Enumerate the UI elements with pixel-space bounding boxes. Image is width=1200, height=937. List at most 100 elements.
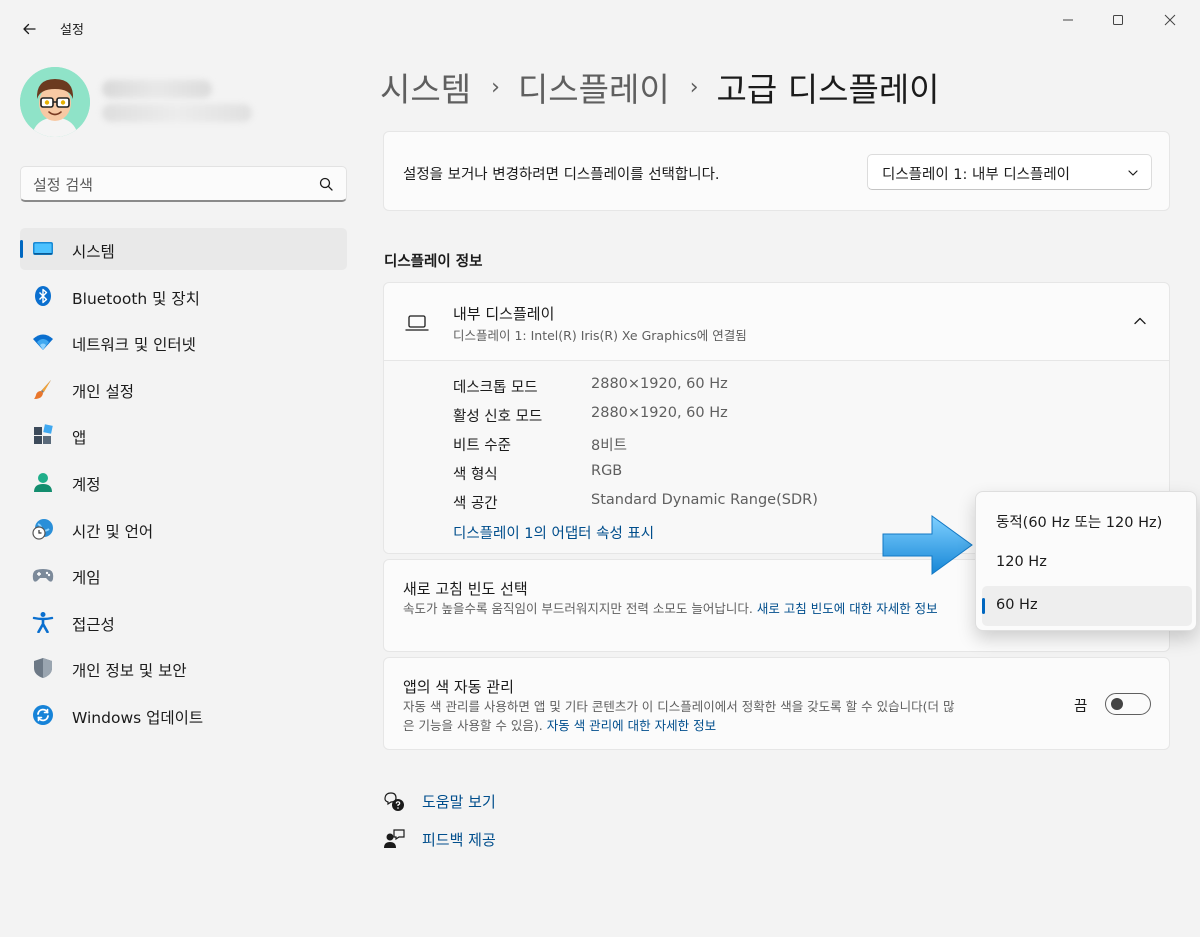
property-value: RGB	[591, 463, 623, 479]
refresh-rate-info-link[interactable]: 새로 고침 빈도에 대한 자세한 정보	[757, 601, 938, 616]
profile-name-redacted	[102, 80, 212, 98]
refresh-rate-desc: 속도가 높을수록 움직임이 부드러워지지만 전력 소모도 늘어납니다. 새로 고…	[403, 599, 973, 618]
monitor-icon	[33, 242, 53, 255]
feedback-icon	[384, 829, 405, 848]
breadcrumb-system[interactable]: 시스템	[380, 63, 471, 111]
display-dropdown-value: 디스플레이 1: 내부 디스플레이	[882, 167, 1071, 183]
color-management-desc: 자동 색 관리를 사용하면 앱 및 기타 콘텐츠가 이 디스플레이에서 정확한 …	[403, 697, 963, 735]
refresh-option-dynamic[interactable]: 동적(60 Hz 또는 120 Hz)	[982, 500, 1192, 540]
refresh-option-label: 120 Hz	[996, 554, 1047, 570]
breadcrumb: 시스템 › 디스플레이 › 고급 디스플레이	[380, 62, 940, 112]
close-icon	[1164, 14, 1176, 26]
back-button[interactable]	[14, 14, 44, 44]
property-value: 2880×1920, 60 Hz	[591, 376, 728, 392]
display-dropdown[interactable]: 디스플레이 1: 내부 디스플레이	[867, 154, 1152, 190]
avatar-icon	[20, 67, 90, 137]
display-info-title: 내부 디스플레이	[453, 305, 555, 323]
search-icon[interactable]	[318, 176, 334, 192]
section-title-display-info: 디스플레이 정보	[384, 254, 483, 270]
gamepad-icon	[32, 569, 54, 582]
refresh-option-60hz[interactable]: 60 Hz	[982, 586, 1192, 626]
settings-window: 설정 시스	[0, 0, 1200, 937]
breadcrumb-separator-icon: ›	[491, 74, 500, 100]
sidebar-item-label: 게임	[72, 569, 101, 588]
sidebar-item-label: Windows 업데이트	[72, 708, 204, 727]
chevron-down-icon	[1128, 170, 1138, 176]
property-label: 비트 수준	[453, 438, 511, 454]
chevron-up-icon[interactable]	[1132, 313, 1148, 329]
display-select-text: 설정을 보거나 변경하려면 디스플레이를 선택합니다.	[403, 167, 720, 183]
sidebar-item-label: Bluetooth 및 장치	[72, 289, 200, 308]
adapter-properties-link[interactable]: 디스플레이 1의 어댑터 속성 표시	[453, 522, 654, 543]
breadcrumb-display[interactable]: 디스플레이	[518, 63, 670, 111]
sidebar-item-label: 앱	[72, 429, 87, 448]
annotation-arrow-icon	[882, 515, 973, 575]
sidebar-nav: 시스템 Bluetooth 및 장치 네트워크 및 인터넷 개인 설정 앱 계정…	[20, 228, 347, 741]
property-value: Standard Dynamic Range(SDR)	[591, 492, 818, 508]
refresh-option-label: 60 Hz	[996, 597, 1038, 613]
refresh-option-120hz[interactable]: 120 Hz	[982, 543, 1192, 583]
sidebar-item-label: 시간 및 언어	[72, 522, 154, 541]
apps-icon	[34, 424, 53, 445]
property-label: 색 형식	[453, 467, 498, 483]
back-arrow-icon	[23, 23, 36, 35]
globe-clock-icon	[32, 518, 53, 540]
refresh-rate-title: 새로 고침 빈도 선택	[403, 580, 528, 598]
get-help-text: 도움말 보기	[422, 793, 496, 811]
sidebar-item-time-language[interactable]: 시간 및 언어	[20, 508, 347, 550]
display-info-subtitle: 디스플레이 1: Intel(R) Iris(R) Xe Graphics에 연…	[453, 328, 747, 343]
bluetooth-icon	[35, 285, 51, 306]
sidebar-item-apps[interactable]: 앱	[20, 414, 347, 456]
sidebar-item-privacy-security[interactable]: 개인 정보 및 보안	[20, 647, 347, 689]
update-icon	[33, 704, 53, 725]
property-label: 활성 신호 모드	[453, 409, 543, 425]
sidebar-item-label: 개인 설정	[72, 382, 134, 401]
title-bar: 설정	[0, 0, 1200, 56]
app-title: 설정	[60, 23, 84, 38]
toggle-knob	[1111, 698, 1123, 710]
search-box[interactable]	[20, 166, 347, 202]
property-label: 색 공간	[453, 496, 498, 512]
color-management-card: 앱의 색 자동 관리 자동 색 관리를 사용하면 앱 및 기타 콘텐츠가 이 디…	[383, 657, 1170, 750]
shield-icon	[34, 658, 52, 679]
page-title: 고급 디스플레이	[716, 70, 940, 109]
refresh-rate-popup: 동적(60 Hz 또는 120 Hz) 120 Hz 60 Hz	[975, 491, 1197, 631]
maximize-button[interactable]	[1095, 6, 1141, 34]
brush-icon	[34, 379, 51, 399]
toggle-state-label: 끔	[1074, 699, 1088, 715]
color-management-info-link[interactable]: 자동 색 관리에 대한 자세한 정보	[547, 718, 716, 733]
help-icon	[384, 792, 404, 811]
color-management-toggle[interactable]	[1105, 693, 1151, 715]
get-help-link[interactable]: 도움말 보기	[383, 788, 496, 814]
sidebar-item-label: 계정	[72, 475, 101, 494]
maximize-icon	[1113, 15, 1123, 25]
wifi-icon	[33, 334, 53, 351]
search-input[interactable]	[33, 175, 303, 195]
sidebar-item-system[interactable]: 시스템	[20, 228, 347, 270]
display-info-header[interactable]: 내부 디스플레이 디스플레이 1: Intel(R) Iris(R) Xe Gr…	[384, 283, 1169, 361]
sidebar-item-label: 접근성	[72, 615, 115, 634]
minimize-button[interactable]	[1045, 6, 1091, 34]
accessibility-icon	[32, 611, 54, 633]
display-select-card: 설정을 보거나 변경하려면 디스플레이를 선택합니다. 디스플레이 1: 내부 …	[383, 131, 1170, 211]
sidebar-item-windows-update[interactable]: Windows 업데이트	[20, 694, 347, 736]
close-button[interactable]	[1147, 6, 1193, 34]
sidebar-item-personalization[interactable]: 개인 설정	[20, 368, 347, 410]
feedback-link[interactable]: 피드백 제공	[383, 826, 496, 852]
minimize-icon	[1063, 19, 1073, 21]
property-value: 2880×1920, 60 Hz	[591, 405, 728, 421]
sidebar-item-label: 시스템	[72, 243, 115, 261]
profile-email-redacted	[102, 104, 252, 122]
person-icon	[34, 472, 52, 492]
sidebar-item-bluetooth[interactable]: Bluetooth 및 장치	[20, 275, 347, 317]
sidebar-item-accounts[interactable]: 계정	[20, 461, 347, 503]
sidebar-item-accessibility[interactable]: 접근성	[20, 601, 347, 643]
property-value: 8비트	[591, 438, 627, 454]
breadcrumb-separator-icon: ›	[689, 74, 699, 100]
sidebar-item-label: 네트워크 및 인터넷	[72, 336, 196, 355]
property-label: 데스크톱 모드	[453, 380, 538, 396]
avatar[interactable]	[20, 67, 90, 137]
sidebar-item-label: 개인 정보 및 보안	[72, 662, 187, 681]
sidebar-item-network[interactable]: 네트워크 및 인터넷	[20, 321, 347, 363]
sidebar-item-gaming[interactable]: 게임	[20, 554, 347, 596]
